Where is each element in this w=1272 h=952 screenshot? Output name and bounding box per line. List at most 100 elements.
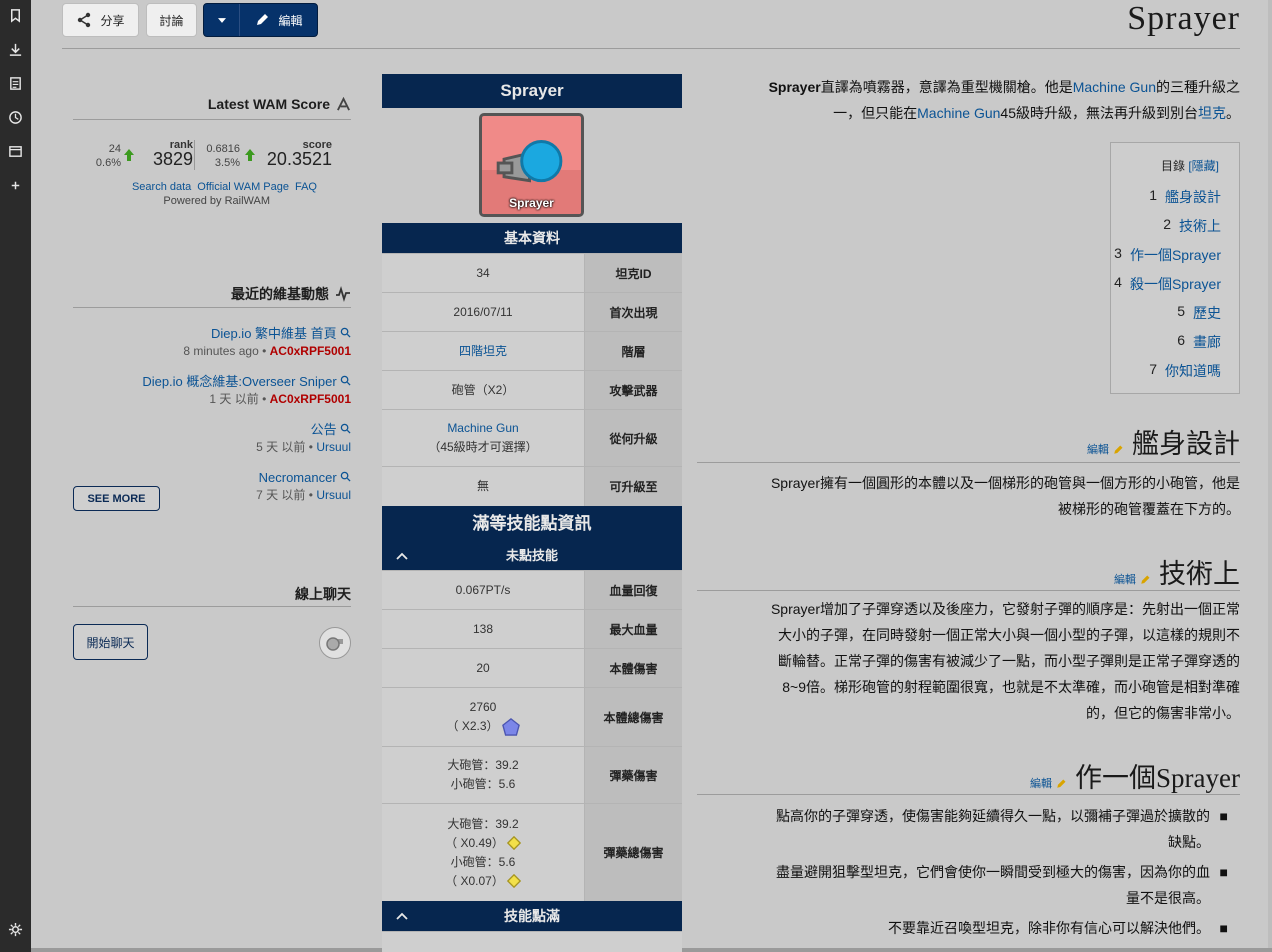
table-row: [382, 931, 682, 952]
pencil-icon: [257, 14, 269, 25]
list-item: ■ 盡量避開狙擊型坦克，它們會使你一瞬間受到極大的傷害，因為你的血: [776, 864, 1228, 880]
pencil-icon: [1141, 575, 1150, 584]
arrow-up-icon: [245, 149, 255, 161]
wam-rank-block: rank 3829 24 0.6%: [95, 139, 193, 169]
global-nav-rail: [0, 0, 31, 952]
clock-icon[interactable]: [8, 110, 23, 125]
square-icon: [506, 836, 521, 850]
table-row: 最大血量 138: [382, 609, 682, 648]
intro-paragraph: Sprayer直譯為噴霧器，意譯為重型機關槍。他是Machine Gun的三種升…: [768, 79, 1240, 121]
edit-dropdown-toggle[interactable]: [204, 4, 240, 36]
skill-max-header[interactable]: 技能點滿: [382, 901, 682, 931]
chevron-up-icon: [396, 552, 408, 560]
table-row: 首次出現 2016/07/11: [382, 292, 682, 331]
chevron-up-icon: [396, 912, 408, 920]
download-icon[interactable]: [8, 42, 23, 57]
toc-item[interactable]: 2 技術上: [1163, 216, 1221, 236]
wam-powered: Powered by RailWAM: [163, 195, 270, 207]
activity-item[interactable]: Necromancer 7 天 以前 • Ursuul: [256, 469, 351, 504]
section-heading-design: 編輯 艦身設計: [1086, 429, 1240, 459]
share-icon: [78, 12, 91, 28]
table-row: 本體傷害 20: [382, 648, 682, 687]
table-row: 階層 四階坦克: [382, 331, 682, 370]
tank-image-caption: Sprayer: [509, 196, 554, 210]
section-edit-link[interactable]: 編輯: [1114, 571, 1151, 587]
table-row: 血量回復 0.067PT/s: [382, 570, 682, 609]
chat-avatar: [319, 627, 351, 659]
edit-button-group: 編輯: [203, 3, 318, 37]
activity-heading: 最近的維基動態: [231, 284, 351, 304]
section-divider: [697, 794, 1240, 795]
section-edit-link[interactable]: 編輯: [1030, 775, 1067, 791]
activity-item[interactable]: 公告 5 天 以前 • Ursuul: [256, 421, 351, 456]
technical-paragraph: Sprayer增加了子彈穿透以及後座力，它發射子彈的順序是：先射出一個正常 大小…: [770, 601, 1240, 721]
section-heading-technical: 編輯 技術上: [1113, 559, 1240, 589]
link-machine-gun[interactable]: Machine Gun: [1073, 79, 1156, 95]
talk-label: 討論: [159, 13, 184, 28]
link-tank[interactable]: 坦克: [1198, 105, 1226, 121]
list-item: ■ 點高你的子彈穿透，使傷害能夠延續得久一點，以彌補子彈過於擴散的: [776, 808, 1228, 824]
wam-separator: [194, 140, 195, 170]
wam-logo-icon: [337, 96, 350, 111]
list-item: ■ 不要靠近召喚型坦克，除非你有信心可以解決他們。: [888, 920, 1228, 936]
pulse-icon: [336, 286, 350, 302]
toc-item[interactable]: 4 殺一個Sprayer: [1114, 274, 1221, 294]
link-tier[interactable]: 四階坦克: [459, 342, 507, 361]
wam-links: Search data Official WAM Page FAQ: [132, 181, 317, 193]
play-list: ■ 點高你的子彈穿透，使傷害能夠延續得久一點，以彌補子彈過於擴散的 缺點。 ■ 盡量…: [697, 803, 1240, 941]
pentagon-icon: [501, 717, 520, 736]
section-divider: [697, 462, 1240, 463]
activity-divider: [73, 307, 351, 308]
bookmark-icon[interactable]: [8, 8, 23, 23]
tank-avatar-icon: [326, 637, 343, 651]
link-machine-gun-2[interactable]: Machine Gun: [917, 105, 1000, 121]
edit-label: 編輯: [278, 13, 303, 28]
search-icon: [340, 327, 351, 338]
gear-icon[interactable]: [8, 922, 23, 937]
pencil-icon: [1114, 445, 1123, 454]
search-icon: [340, 471, 351, 482]
window-icon[interactable]: [8, 144, 23, 159]
toc-item[interactable]: 3 作一個Sprayer: [1114, 245, 1221, 265]
activity-item[interactable]: Diep.io 概念維基:Overseer Sniper 1 天 以前 • AC…: [142, 373, 351, 408]
section-heading-play: 編輯 作一個Sprayer: [1029, 763, 1240, 793]
tank-image: Sprayer: [479, 113, 584, 217]
unspent-skill-header[interactable]: 未點技能: [382, 542, 682, 570]
start-chat-button[interactable]: 開始聊天: [73, 624, 148, 660]
table-row: 本體總傷害 2760 （ X2.3）: [382, 687, 682, 746]
right-edge: [1268, 0, 1272, 952]
wam-search-link[interactable]: Search data: [132, 181, 191, 193]
chat-divider: [73, 606, 351, 607]
search-icon: [340, 423, 351, 434]
pencil-icon: [1057, 779, 1066, 788]
wam-heading: Latest WAM Score: [208, 96, 351, 112]
plus-icon[interactable]: [8, 178, 23, 193]
infobox-image-area: Sprayer: [382, 108, 682, 223]
infobox: Sprayer Sprayer 基本資料 坦克ID 34 首次出現 2016/07/…: [382, 74, 682, 952]
link-upgrade-from[interactable]: Machine Gun: [447, 419, 518, 438]
activity-item[interactable]: Diep.io 繁中維基 首頁 8 minutes ago • AC0xRPF5…: [183, 325, 351, 360]
talk-button[interactable]: 討論: [146, 3, 197, 37]
search-icon: [340, 375, 351, 386]
page-title: Sprayer: [1127, 0, 1240, 37]
table-row: 坦克ID 34: [382, 253, 682, 292]
section-edit-link[interactable]: 編輯: [1087, 441, 1124, 457]
wam-score-block: score 20.3521 0.6816 3.5%: [206, 139, 332, 169]
design-paragraph: Sprayer擁有一個圓形的本體以及一個梯形的砲管與一個方形的小砲管，他是 被梯…: [770, 475, 1240, 517]
toc-item[interactable]: 1 艦身設計: [1149, 187, 1221, 207]
table-row: 可升級至無: [382, 466, 682, 506]
table-row: 攻擊武器 砲管（X2）: [382, 370, 682, 409]
edit-button[interactable]: 編輯: [240, 12, 317, 29]
maxed-skill-header: 滿等技能點資訊: [382, 506, 682, 542]
wam-official-link[interactable]: Official WAM Page: [197, 181, 289, 193]
infobox-title: Sprayer: [382, 74, 682, 108]
toc-item[interactable]: 7 你知道嗎: [1149, 361, 1221, 381]
toc-hide-link[interactable]: [隱藏]: [1188, 159, 1219, 173]
wam-faq-link[interactable]: FAQ: [295, 181, 317, 193]
document-icon[interactable]: [8, 76, 23, 91]
share-button[interactable]: 分享: [62, 3, 139, 37]
toc-item[interactable]: 6 畫廊: [1177, 332, 1221, 352]
toc-item[interactable]: 5 歷史: [1177, 303, 1221, 323]
see-more-button[interactable]: SEE MORE: [73, 486, 160, 511]
arrow-up-icon: [124, 149, 134, 161]
